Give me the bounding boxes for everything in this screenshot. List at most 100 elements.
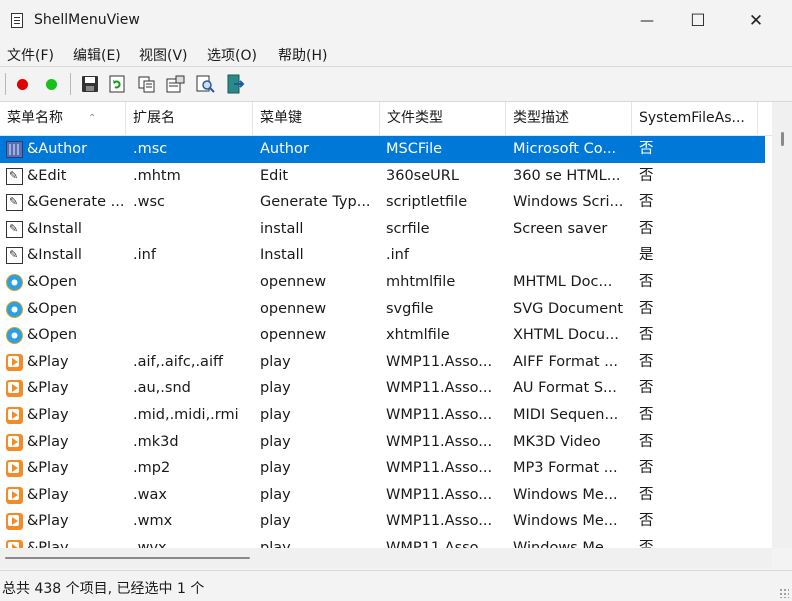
cell-extension [133, 269, 251, 296]
minimize-button[interactable]: — [621, 0, 673, 42]
table-row[interactable]: &Play .wax play WMP11.Asso... Windows Me... 否 [0, 482, 765, 509]
table-row[interactable]: &Play .mid,.midi,.rmi play WMP11.Asso... MID… [0, 402, 765, 429]
save-button[interactable] [79, 73, 101, 95]
vertical-scrollbar[interactable] [772, 102, 792, 548]
cell-menu-key: Author [260, 141, 309, 157]
menu-view[interactable]: 视图(V) [139, 45, 188, 65]
cell-system-file-assoc: 是 [639, 247, 654, 264]
cell-menu-name: &Open [27, 327, 78, 344]
table-row[interactable]: &Install .inf Install .inf 是 [0, 242, 765, 269]
table-row[interactable]: &Generate ... .wsc Generate Typ... scriptle… [0, 189, 765, 216]
cell-type-description: Microsoft Co... [513, 141, 617, 157]
column-header-system-file-assoc[interactable]: SystemFileAs... [632, 102, 758, 135]
cell-extension: .mp2 [133, 460, 171, 477]
document-icon [6, 194, 23, 212]
cell-extension: .aif,.aifc,.aiff [133, 353, 223, 370]
horizontal-scrollbar[interactable] [0, 548, 772, 568]
menu-options[interactable]: 选项(O) [207, 45, 257, 65]
exit-button[interactable] [224, 73, 246, 95]
title-bar[interactable]: ShellMenuView — ☐ ✕ [0, 0, 792, 42]
cell-extension: .wvx [133, 540, 167, 548]
document-icon [6, 167, 23, 185]
menu-edit[interactable]: 编辑(E) [73, 45, 121, 65]
horizontal-scroll-thumb[interactable] [5, 557, 250, 559]
cell-menu-key: install [260, 220, 304, 237]
table-row[interactable]: &Play .wvx play WMP11.Asso... Windows Me... 否 [0, 535, 765, 548]
cell-menu-key: play [260, 513, 291, 530]
close-button[interactable]: ✕ [730, 0, 782, 42]
copy-icon [138, 76, 155, 93]
cell-file-type: 360seURL [386, 167, 459, 184]
table-row[interactable]: &Edit .mhtm Edit 360seURL 360 se HTML... 否 [0, 163, 765, 190]
table-row[interactable]: &Install install scrfile Screen saver 否 [0, 216, 765, 243]
column-header-menu-key[interactable]: 菜单键 [253, 102, 380, 135]
cell-extension: .au,.snd [133, 380, 191, 397]
cell-system-file-assoc: 否 [639, 513, 654, 530]
table-row[interactable]: &Play .mp2 play WMP11.Asso... MP3 Format ...… [0, 455, 765, 482]
cell-extension: .mid,.midi,.rmi [133, 407, 239, 423]
vertical-scroll-thumb[interactable] [781, 132, 784, 146]
cell-menu-key: play [260, 433, 291, 450]
cell-extension: .mk3d [133, 433, 179, 450]
cell-extension: .inf [133, 247, 156, 264]
cell-type-description: AU Format S... [513, 380, 617, 397]
cell-system-file-assoc: 否 [639, 327, 654, 344]
refresh-button[interactable] [106, 73, 128, 95]
menu-file[interactable]: 文件(F) [7, 45, 54, 65]
resize-grip-icon[interactable] [779, 588, 789, 598]
author-icon [6, 141, 23, 158]
maximize-button[interactable]: ☐ [672, 0, 724, 42]
cell-menu-key: opennew [260, 300, 327, 317]
cell-menu-name: &Install [27, 220, 82, 237]
column-header-extension[interactable]: 扩展名 [126, 102, 253, 135]
table-row[interactable]: &Open opennew svgfile SVG Document 否 [0, 296, 765, 323]
menu-list-view[interactable]: 菜单名称 ⌃ 扩展名 菜单键 文件类型 类型描述 SystemFileAs...… [0, 102, 772, 548]
cell-menu-key: opennew [260, 327, 327, 344]
cell-system-file-assoc: 否 [639, 433, 654, 450]
cell-type-description: Windows Scri... [513, 194, 624, 211]
column-header-label: 菜单名称 [7, 110, 63, 126]
cell-menu-name: &Play [27, 486, 69, 503]
cell-menu-name: &Play [27, 540, 69, 548]
enable-button[interactable] [40, 73, 62, 95]
cell-menu-name: &Play [27, 407, 69, 423]
column-header-file-type[interactable]: 文件类型 [380, 102, 506, 135]
internet-explorer-icon [6, 327, 23, 345]
cell-menu-name: &Play [27, 433, 69, 450]
copy-button[interactable] [136, 73, 158, 95]
menu-help[interactable]: 帮助(H) [278, 45, 327, 65]
cell-menu-key: play [260, 380, 291, 397]
cell-extension [133, 296, 251, 323]
column-header-menu-name[interactable]: 菜单名称 ⌃ [0, 102, 126, 135]
table-row[interactable]: &Open opennew mhtmlfile MHTML Doc... 否 [0, 269, 765, 296]
cell-extension: .wax [133, 486, 167, 503]
cell-system-file-assoc: 否 [639, 540, 654, 548]
cell-system-file-assoc: 否 [639, 167, 654, 184]
properties-button[interactable] [165, 73, 187, 95]
cell-type-description: Windows Me... [513, 513, 618, 530]
table-row[interactable]: &Open opennew xhtmlfile XHTML Docu... 否 [0, 322, 765, 349]
table-row[interactable]: &Play .wmx play WMP11.Asso... Windows Me... 否 [0, 508, 765, 535]
media-player-icon [6, 407, 23, 424]
disable-button[interactable] [11, 73, 33, 95]
table-row[interactable]: &Play .au,.snd play WMP11.Asso... AU Format … [0, 375, 765, 402]
cell-extension: .wmx [133, 513, 173, 530]
table-row[interactable]: &Play .aif,.aifc,.aiff play WMP11.Asso... AI… [0, 349, 765, 376]
cell-extension: .mhtm [133, 167, 181, 184]
close-icon: ✕ [748, 11, 764, 31]
cell-system-file-assoc: 否 [639, 274, 654, 290]
media-player-icon [6, 353, 23, 371]
cell-type-description: MP3 Format ... [513, 460, 618, 477]
cell-type-description: XHTML Docu... [513, 327, 619, 344]
list-header: 菜单名称 ⌃ 扩展名 菜单键 文件类型 类型描述 SystemFileAs... [0, 102, 772, 136]
sort-ascending-icon: ⌃ [88, 113, 97, 124]
cell-file-type: scriptletfile [386, 194, 468, 211]
table-row[interactable]: &Author .msc Author MSCFile Microsoft Co... 否 [0, 136, 765, 163]
cell-file-type: WMP11.Asso... [386, 486, 493, 503]
media-player-icon [6, 460, 23, 478]
enable-green-dot-icon [45, 78, 57, 90]
column-header-type-description[interactable]: 类型描述 [506, 102, 632, 135]
table-row[interactable]: &Play .mk3d play WMP11.Asso... MK3D Video 否 [0, 429, 765, 456]
find-button[interactable] [195, 73, 217, 95]
toolbar [0, 67, 792, 101]
